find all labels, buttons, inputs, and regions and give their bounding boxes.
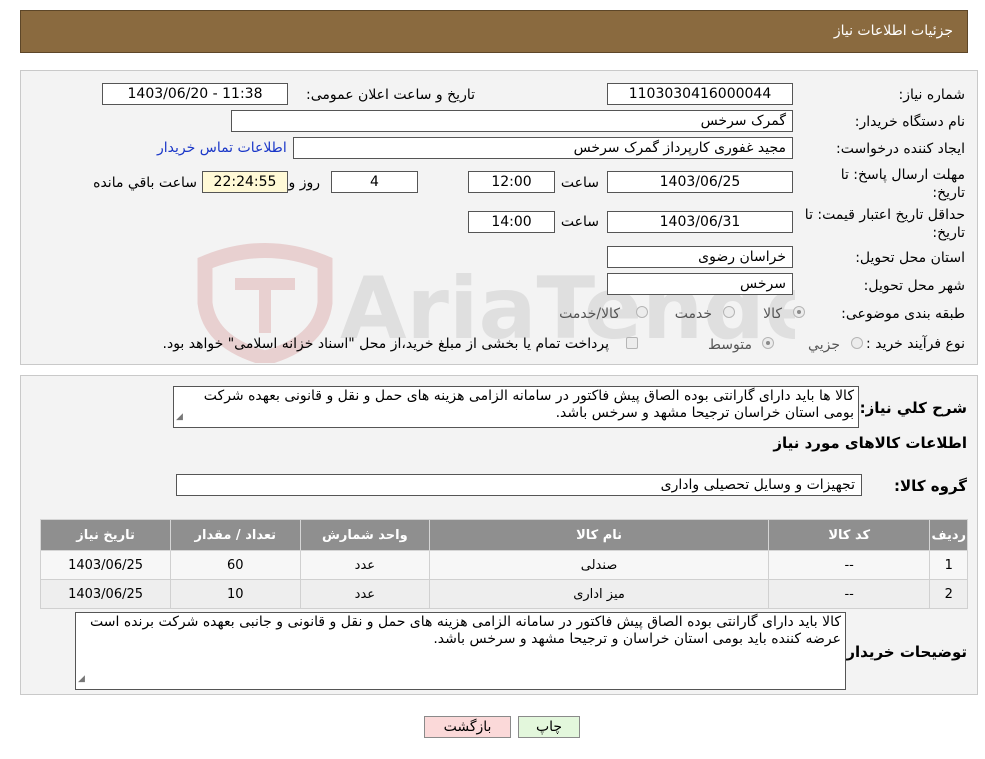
deadline-time-field: 12:00 xyxy=(468,171,555,193)
cell-quantity: 60 xyxy=(170,550,301,580)
buyer-notes-textarea[interactable]: کالا باید دارای گارانتی بوده الصاق پیش ف… xyxy=(75,612,846,690)
category-option-service: خدمت xyxy=(674,306,712,322)
process-radio-minor[interactable] xyxy=(851,337,863,349)
cell-quantity: 10 xyxy=(170,579,301,609)
remaining-time-label: ساعت باقي مانده xyxy=(93,175,197,191)
cell-need-date: 1403/06/25 xyxy=(39,579,172,609)
page-title: جزئیات اطلاعات نیاز xyxy=(833,23,953,39)
resize-grip-icon[interactable]: ◢ xyxy=(176,409,183,426)
need-number-field: 1103030416000044 xyxy=(607,83,793,105)
process-type-label: نوع فرآیند خرید : xyxy=(866,336,965,352)
creator-label: ایجاد کننده درخواست: xyxy=(836,141,965,157)
cell-need-date: 1403/06/25 xyxy=(39,550,172,580)
column-header-quantity: تعداد / مقدار xyxy=(170,519,301,551)
cell-item-code: -- xyxy=(767,579,931,609)
process-treasury-note: پرداخت تمام يا بخشی از مبلغ خريد،از محل … xyxy=(162,336,609,352)
deadline-label: مهلت ارسال پاسخ: تا تاریخ: xyxy=(840,167,965,201)
need-number-label: شماره نیاز: xyxy=(898,87,966,103)
province-field: خراسان رضوی xyxy=(607,246,793,268)
cell-row-number: 2 xyxy=(929,579,968,609)
deadline-time-label: ساعت xyxy=(560,175,599,191)
need-summary-label: شرح کلي نياز: xyxy=(859,399,967,417)
table-row: 1 -- صندلی عدد 60 1403/06/25 xyxy=(39,550,968,580)
cell-unit: عدد xyxy=(299,579,431,609)
validity-label: حداقل تاریخ اعتبار قیمت: تا تاریخ: xyxy=(804,207,965,241)
column-header-need-date: تاریخ نیاز xyxy=(39,519,172,551)
days-label: روز و xyxy=(288,175,321,191)
announce-datetime-field: 1403/06/20 - 11:38 xyxy=(102,83,288,105)
province-label: استان محل تحویل: xyxy=(855,250,965,266)
cell-item-name: صندلی xyxy=(429,550,769,580)
validity-date-field: 1403/06/31 xyxy=(607,211,793,233)
validity-time-label: ساعت xyxy=(560,214,599,230)
back-button[interactable]: بازگشت xyxy=(424,716,511,738)
cell-item-code: -- xyxy=(767,550,931,580)
deadline-date-field: 1403/06/25 xyxy=(607,171,793,193)
days-field: 4 xyxy=(331,171,418,193)
buyer-notes-text: کالا باید دارای گارانتی بوده الصاق پیش ف… xyxy=(90,614,841,647)
items-table-header-row: ردیف کد کالا نام کالا واحد شمارش تعداد /… xyxy=(39,519,968,551)
process-option-minor: جزیي xyxy=(808,337,840,353)
category-radio-service[interactable] xyxy=(723,306,735,318)
goods-group-field: تجهیزات و وسایل تحصیلی واداری xyxy=(176,474,862,496)
process-option-medium: متوسط xyxy=(708,337,752,353)
column-header-row-number: ردیف xyxy=(929,519,968,551)
creator-field: مجید غفوری کارپرداز گمرک سرخس xyxy=(293,137,793,159)
category-option-goods: کالا xyxy=(763,306,782,322)
category-radio-goods-service[interactable] xyxy=(636,306,648,318)
buyer-contact-link[interactable]: اطلاعات تماس خریدار xyxy=(157,140,287,156)
column-header-item-name: نام کالا xyxy=(429,519,769,551)
process-radio-medium[interactable] xyxy=(762,337,774,349)
category-label: طبقه بندی موضوعی: xyxy=(841,306,965,322)
cell-row-number: 1 xyxy=(929,550,968,580)
category-radio-goods[interactable] xyxy=(793,306,805,318)
items-table: ردیف کد کالا نام کالا واحد شمارش تعداد /… xyxy=(39,519,968,609)
buyer-org-field: گمرک سرخس xyxy=(231,110,793,132)
validity-time-field: 14:00 xyxy=(468,211,555,233)
goods-group-label: گروه کالا: xyxy=(894,477,967,495)
category-option-goods-service: کالا/خدمت xyxy=(559,306,620,322)
process-checkbox-treasury[interactable] xyxy=(626,337,638,349)
buyer-org-label: نام دستگاه خریدار: xyxy=(854,114,965,130)
column-header-item-code: کد کالا xyxy=(767,519,931,551)
column-header-unit: واحد شمارش xyxy=(299,519,431,551)
remaining-time-field: 22:24:55 xyxy=(202,171,288,193)
city-label: شهر محل تحویل: xyxy=(863,278,965,294)
items-heading: اطلاعات کالاهای مورد نیاز xyxy=(773,434,967,452)
need-summary-textarea[interactable]: کالا ها باید دارای گارانتی بوده الصاق پی… xyxy=(173,386,859,428)
table-row: 2 -- میز اداری عدد 10 1403/06/25 xyxy=(39,579,968,609)
announce-datetime-label: تاریخ و ساعت اعلان عمومی: xyxy=(306,87,475,103)
cell-unit: عدد xyxy=(299,550,431,580)
city-field: سرخس xyxy=(607,273,793,295)
resize-grip-icon[interactable]: ◢ xyxy=(78,671,85,688)
page-header: جزئیات اطلاعات نیاز xyxy=(20,10,968,53)
print-button[interactable]: چاپ xyxy=(518,716,580,738)
buyer-notes-label: توضیحات خریدار: xyxy=(840,643,967,661)
cell-item-name: میز اداری xyxy=(429,579,769,609)
need-summary-text: کالا ها باید دارای گارانتی بوده الصاق پی… xyxy=(203,388,854,421)
